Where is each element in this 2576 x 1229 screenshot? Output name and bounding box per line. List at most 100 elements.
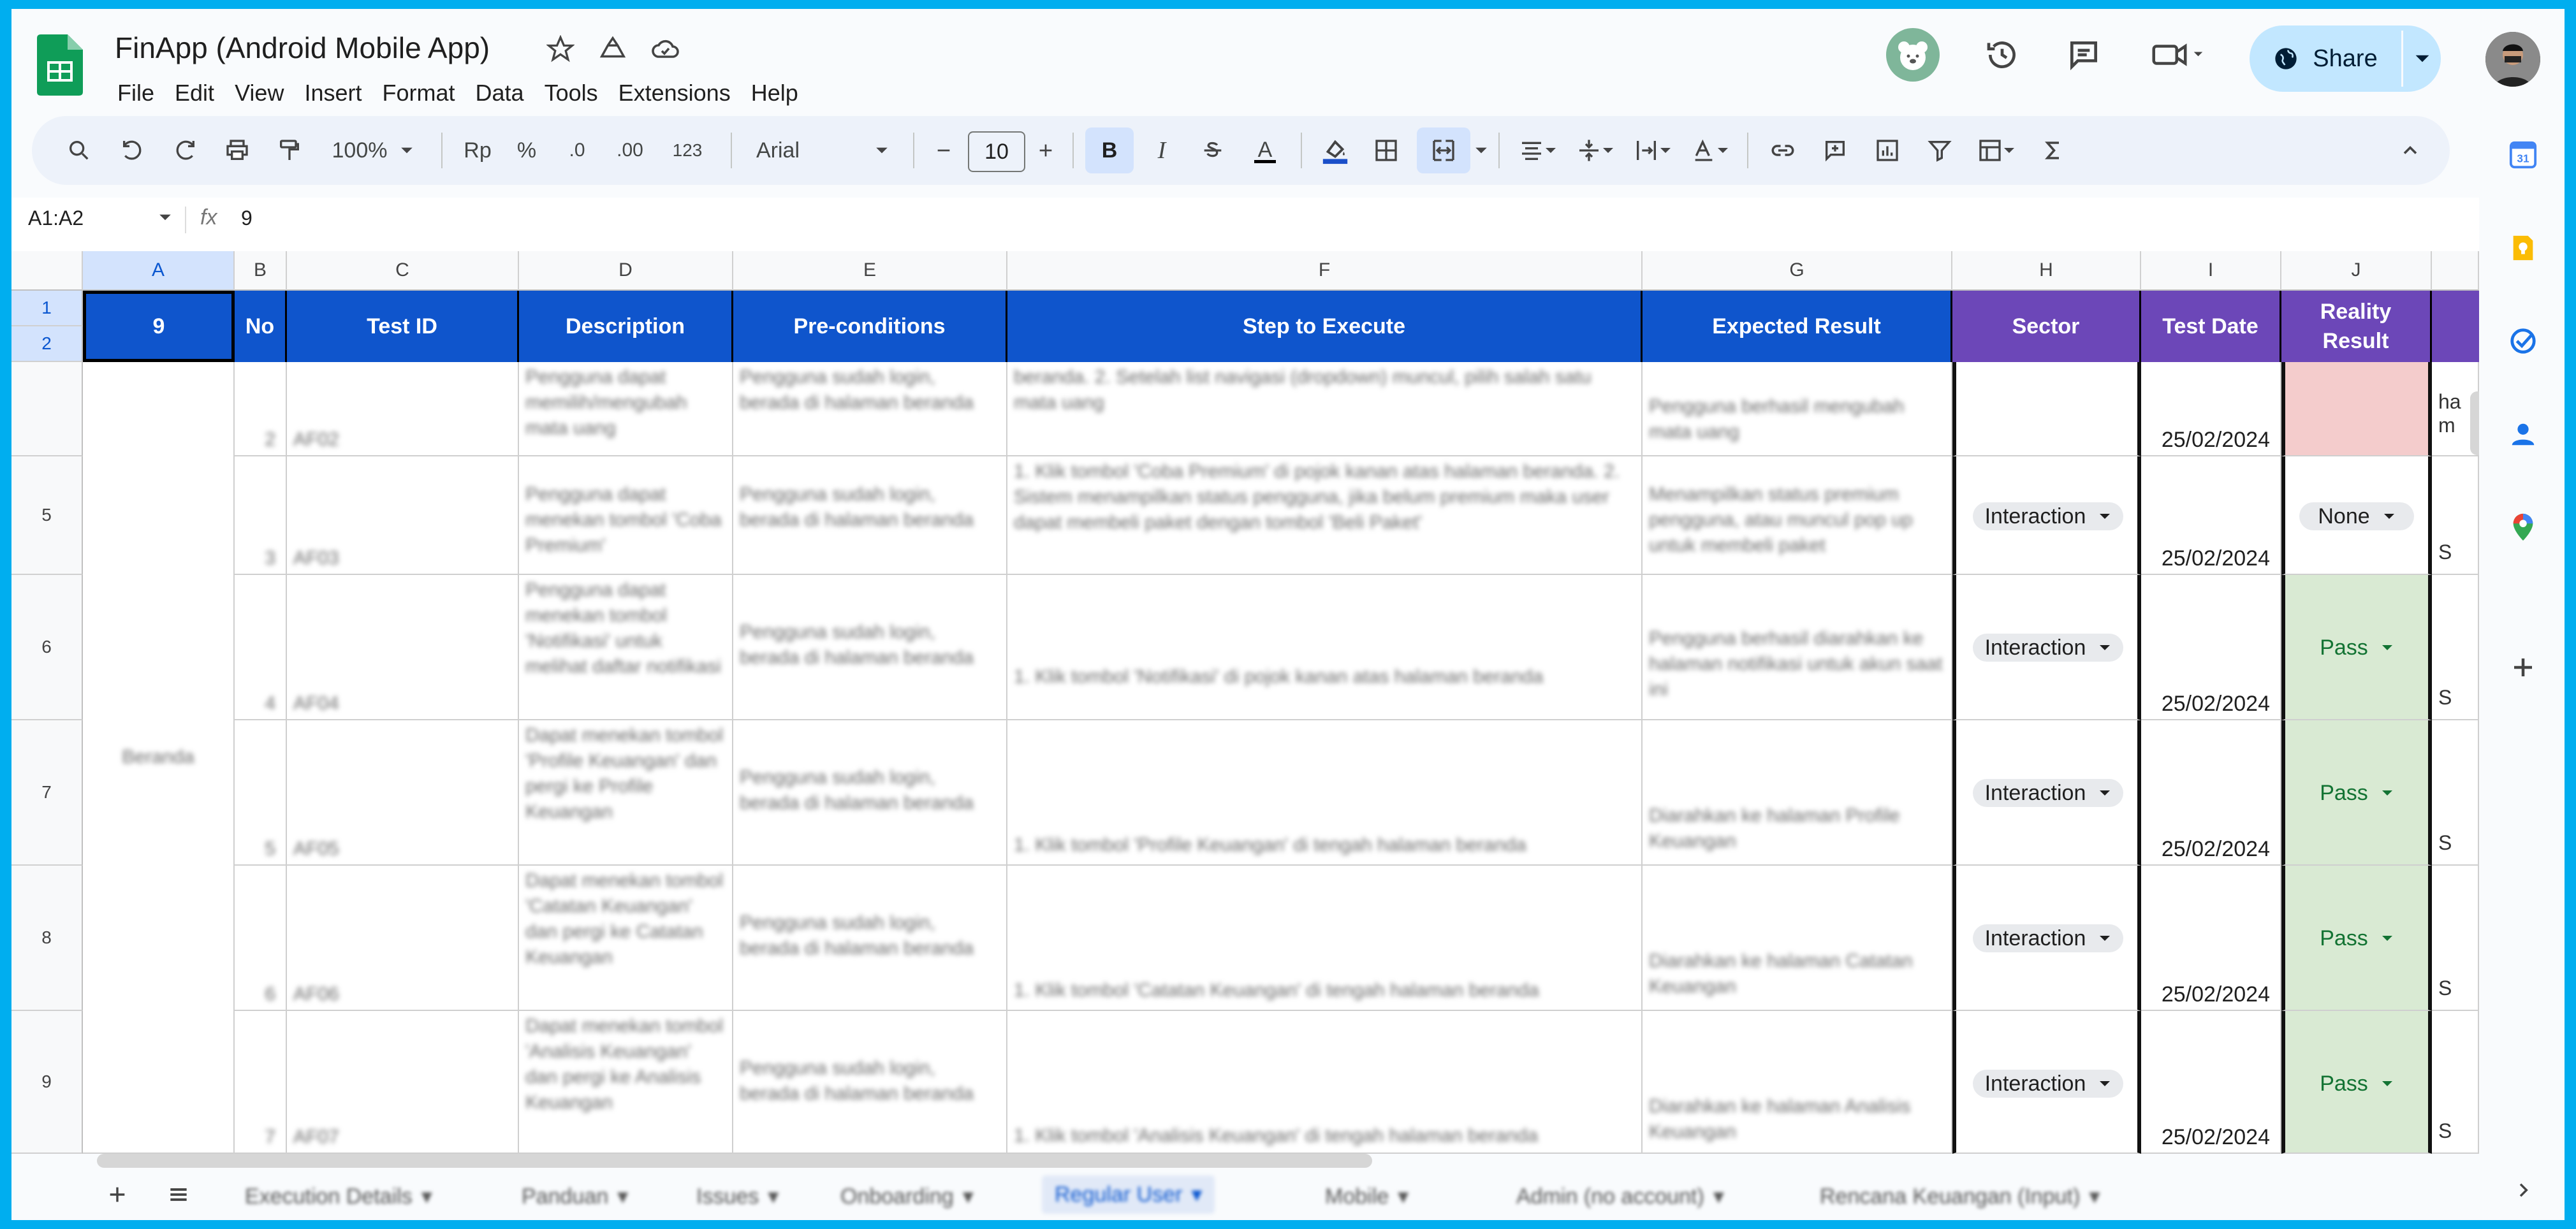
cell-sector[interactable]: Interaction bbox=[1952, 720, 2141, 866]
insert-chart-icon[interactable] bbox=[1866, 127, 1909, 173]
cell-test-id[interactable]: AF06 bbox=[287, 866, 519, 1011]
cell-description[interactable]: Pengguna dapat memilih/mengubah mata uan… bbox=[519, 362, 733, 456]
sheet-tab-active[interactable]: Regular User ▾ bbox=[1042, 1175, 1215, 1214]
cell-expected[interactable]: Diarahkan ke halaman Profile Keuangan bbox=[1643, 720, 1952, 866]
cell-reality-result[interactable] bbox=[2281, 362, 2432, 456]
column-header-i[interactable]: I bbox=[2141, 251, 2281, 291]
cell-expected[interactable]: Menampilkan status premium pengguna, ata… bbox=[1643, 456, 1952, 575]
increase-font-size-icon[interactable] bbox=[1028, 127, 1064, 173]
document-title[interactable]: FinApp (Android Mobile App) bbox=[115, 31, 490, 65]
star-icon[interactable] bbox=[543, 32, 578, 66]
row-header-5[interactable]: 5 bbox=[11, 456, 83, 575]
row-header-8[interactable]: 8 bbox=[11, 866, 83, 1011]
sheet-tab[interactable]: Panduan ▾ bbox=[522, 1181, 628, 1212]
filter-icon[interactable] bbox=[1918, 127, 1961, 173]
cell-test-id[interactable]: AF07 bbox=[287, 1011, 519, 1154]
column-header-a[interactable]: A bbox=[83, 251, 235, 291]
cell-no[interactable]: 3 bbox=[235, 456, 287, 575]
reality-chip[interactable]: None bbox=[2299, 502, 2414, 530]
cell-no[interactable]: 5 bbox=[235, 720, 287, 866]
sector-chip[interactable]: Interaction bbox=[1973, 924, 2123, 952]
header-cell-description[interactable]: Description bbox=[519, 291, 733, 362]
cell-test-id[interactable]: AF03 bbox=[287, 456, 519, 575]
zoom-select[interactable]: 100% bbox=[325, 127, 421, 173]
reality-chip[interactable]: Pass bbox=[2299, 1070, 2414, 1098]
cell-sector[interactable]: Interaction bbox=[1952, 1011, 2141, 1154]
sheet-tab[interactable]: Mobile ▾ bbox=[1325, 1181, 1409, 1212]
cell-reality-result[interactable]: Pass bbox=[2281, 1011, 2432, 1154]
sheet-tab[interactable]: Onboarding ▾ bbox=[840, 1181, 974, 1212]
cell-test-id[interactable]: AF04 bbox=[287, 575, 519, 720]
column-header-h[interactable]: H bbox=[1952, 251, 2141, 291]
sector-chip[interactable]: Interaction bbox=[1973, 634, 2123, 662]
row-header-9[interactable]: 9 bbox=[11, 1011, 83, 1154]
column-header-e[interactable]: E bbox=[733, 251, 1007, 291]
cell-test-date[interactable]: 25/02/2024 bbox=[2141, 1011, 2281, 1154]
text-color-button[interactable]: A bbox=[1243, 127, 1287, 173]
cell-expected[interactable]: Diarahkan ke halaman Analisis Keuangan bbox=[1643, 1011, 1952, 1154]
cell-k[interactable]: S bbox=[2432, 456, 2479, 575]
sheets-logo-icon[interactable] bbox=[37, 34, 83, 96]
menu-tools[interactable]: Tools bbox=[534, 76, 608, 110]
cell-test-date[interactable]: 25/02/2024 bbox=[2141, 720, 2281, 866]
tasks-icon[interactable] bbox=[2507, 325, 2539, 357]
sheet-tab[interactable]: Issues ▾ bbox=[696, 1181, 779, 1212]
cell-preconditions[interactable]: Pengguna sudah login, berada di halaman … bbox=[733, 1011, 1007, 1154]
column-header-c[interactable]: C bbox=[287, 251, 519, 291]
account-avatar[interactable] bbox=[2485, 32, 2540, 87]
paint-format-icon[interactable] bbox=[270, 127, 309, 173]
menu-file[interactable]: File bbox=[107, 76, 165, 110]
strikethrough-icon[interactable] bbox=[1191, 127, 1234, 173]
borders-icon[interactable] bbox=[1365, 127, 1408, 173]
cell-description[interactable]: Dapat menekan tombol 'Catatan Keuangan' … bbox=[519, 866, 733, 1011]
cell-preconditions[interactable]: Pengguna sudah login, berada di halaman … bbox=[733, 456, 1007, 575]
column-header-b[interactable]: B bbox=[235, 251, 287, 291]
header-cell-expected[interactable]: Expected Result bbox=[1643, 291, 1952, 362]
row-header-7[interactable]: 7 bbox=[11, 720, 83, 866]
cell-k[interactable]: S bbox=[2432, 1011, 2479, 1154]
cell-description[interactable]: Dapat menekan tombol 'Profile Keuangan' … bbox=[519, 720, 733, 866]
cell-preconditions[interactable]: Pengguna sudah login, berada di halaman … bbox=[733, 362, 1007, 456]
sector-chip[interactable]: Interaction bbox=[1973, 502, 2123, 530]
italic-button[interactable]: I bbox=[1140, 127, 1183, 173]
version-history-icon[interactable] bbox=[1982, 34, 2023, 75]
percent-format-button[interactable]: % bbox=[508, 127, 546, 173]
row-header-2[interactable]: 2 bbox=[11, 326, 83, 362]
cell-steps[interactable]: 1. Klik tombol 'Analisis Keuangan' di te… bbox=[1007, 1011, 1643, 1154]
row-header-4[interactable] bbox=[11, 362, 83, 456]
maps-icon[interactable] bbox=[2507, 511, 2539, 543]
search-menus-icon[interactable] bbox=[60, 127, 98, 173]
functions-icon[interactable] bbox=[2031, 127, 2075, 173]
text-wrapping-icon[interactable] bbox=[1626, 127, 1680, 173]
show-side-panel-icon[interactable] bbox=[2507, 1174, 2539, 1206]
contacts-icon[interactable] bbox=[2507, 418, 2539, 450]
column-header-k[interactable] bbox=[2432, 251, 2479, 291]
meet-call-icon[interactable] bbox=[2146, 34, 2210, 75]
more-formats-button[interactable]: 123 bbox=[663, 127, 712, 173]
cell-reality-result[interactable]: Pass bbox=[2281, 866, 2432, 1011]
header-cell-test-id[interactable]: Test ID bbox=[287, 291, 519, 362]
cell-test-date[interactable]: 25/02/2024 bbox=[2141, 866, 2281, 1011]
share-dropdown-button[interactable] bbox=[2403, 25, 2441, 92]
add-addon-icon[interactable] bbox=[2507, 651, 2539, 683]
spreadsheet-grid[interactable]: A B C D E F G H I J 1 2 5 6 7 8 9 9 No T… bbox=[11, 242, 2479, 1154]
undo-icon[interactable] bbox=[113, 127, 152, 173]
merge-dropdown-icon[interactable] bbox=[1472, 127, 1491, 173]
collaborator-avatar[interactable] bbox=[1886, 28, 1940, 82]
cell-no[interactable]: 7 bbox=[235, 1011, 287, 1154]
cell-expected[interactable]: Pengguna berhasil diarahkan ke halaman n… bbox=[1643, 575, 1952, 720]
cell-k[interactable]: S bbox=[2432, 575, 2479, 720]
print-icon[interactable] bbox=[218, 127, 256, 173]
row-header-6[interactable]: 6 bbox=[11, 575, 83, 720]
column-header-j[interactable]: J bbox=[2281, 251, 2432, 291]
insert-comment-icon[interactable] bbox=[1813, 127, 1857, 173]
merged-cell-a[interactable]: Beranda bbox=[83, 362, 235, 1154]
merge-cells-icon[interactable] bbox=[1417, 127, 1470, 173]
cell-sector[interactable]: Interaction bbox=[1952, 866, 2141, 1011]
font-size-input[interactable]: 10 bbox=[968, 131, 1025, 172]
fill-color-icon[interactable] bbox=[1314, 127, 1357, 173]
share-button[interactable]: Share bbox=[2250, 25, 2401, 92]
menu-view[interactable]: View bbox=[224, 76, 294, 110]
decrease-decimal-button[interactable]: .0 bbox=[556, 127, 598, 173]
cell-test-id[interactable]: AF05 bbox=[287, 720, 519, 866]
